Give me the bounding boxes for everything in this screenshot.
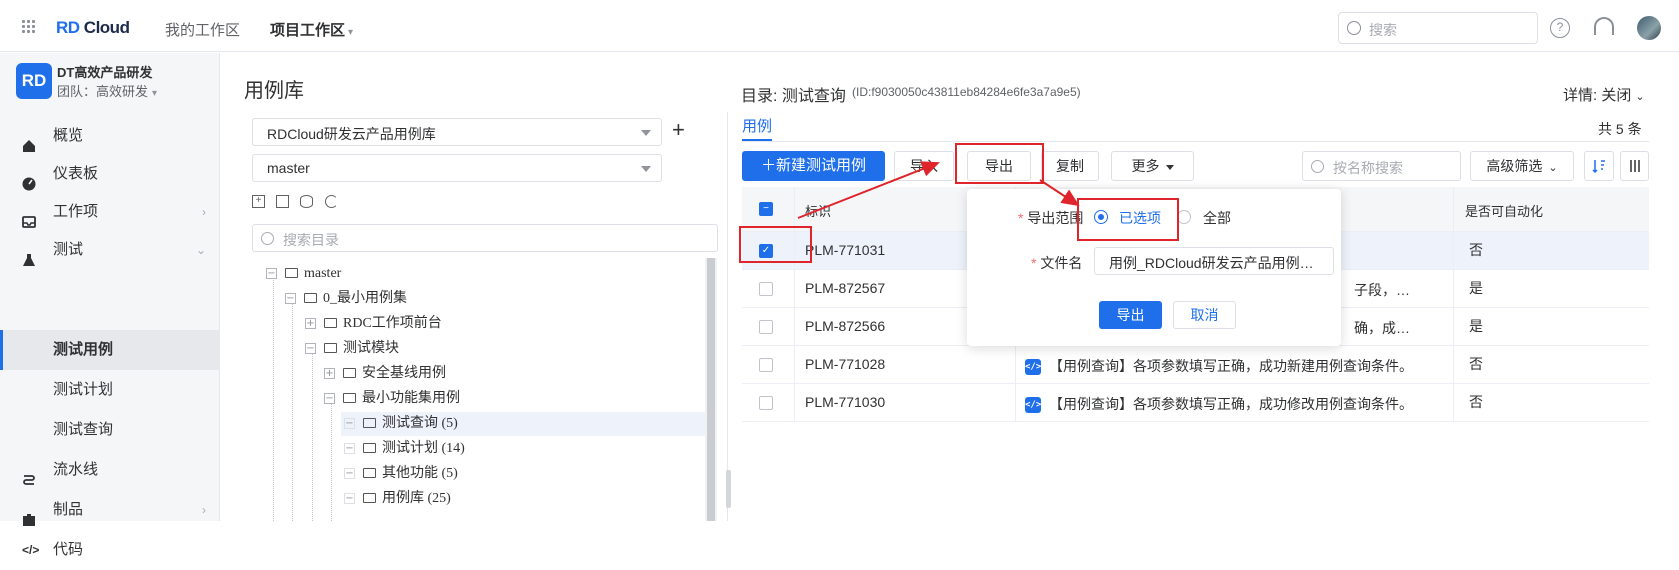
- sidebar-item-code[interactable]: </> 代码: [0, 530, 220, 570]
- annotation-arrows: [797, 161, 1080, 219]
- code-icon: </>: [22, 543, 40, 557]
